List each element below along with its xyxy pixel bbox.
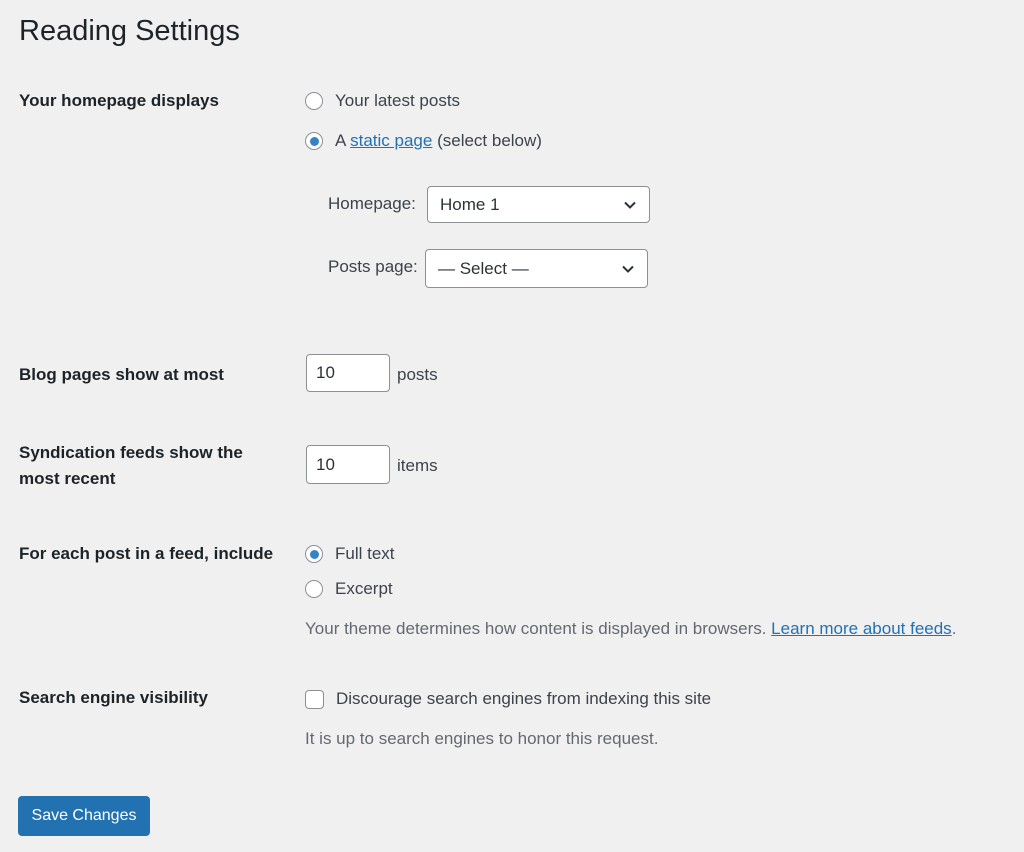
homepage-displays-label: Your homepage displays (19, 91, 219, 110)
discourage-search-checkbox[interactable]: Discourage search engines from indexing … (305, 687, 711, 711)
radio-unchecked-icon[interactable] (305, 92, 323, 110)
radio-static-page-prefix: A (335, 131, 351, 150)
save-changes-button[interactable]: Save Changes (18, 796, 150, 836)
radio-excerpt-label: Excerpt (335, 579, 393, 598)
radio-latest-posts[interactable]: Your latest posts (305, 89, 460, 113)
blog-pages-value: 10 (316, 363, 335, 382)
syndication-value: 10 (316, 454, 335, 474)
radio-unchecked-icon[interactable] (305, 580, 323, 598)
posts-page-select[interactable]: — Select — (425, 249, 648, 288)
radio-static-page-suffix: (select below) (432, 131, 542, 150)
blog-pages-input[interactable]: 10 (306, 354, 390, 392)
chevron-down-icon (622, 265, 634, 273)
syndication-label-line1: Syndication feeds show the (19, 443, 243, 462)
discourage-search-label: Discourage search engines from indexing … (336, 689, 712, 708)
homepage-select-value: Home 1 (440, 194, 500, 214)
homepage-select[interactable]: Home 1 (427, 186, 650, 223)
homepage-select-label: Homepage: (328, 194, 416, 213)
page-title: Reading Settings (19, 15, 240, 47)
radio-full-text[interactable]: Full text (305, 542, 395, 566)
search-visibility-label: Search engine visibility (19, 688, 208, 707)
static-page-link[interactable]: static page (350, 129, 432, 153)
checkbox-unchecked-icon[interactable] (305, 689, 324, 709)
blog-pages-unit: posts (397, 365, 438, 384)
feed-description-end: . (951, 619, 957, 638)
feed-include-label: For each post in a feed, include (19, 544, 274, 563)
posts-page-select-value: — Select — (438, 258, 529, 278)
learn-more-feeds-link[interactable]: Learn more about feeds (771, 619, 952, 638)
radio-checked-icon[interactable] (305, 132, 323, 150)
chevron-down-icon (624, 201, 636, 209)
syndication-input[interactable]: 10 (306, 445, 390, 484)
radio-excerpt[interactable]: Excerpt (305, 577, 393, 601)
blog-pages-label: Blog pages show at most (19, 365, 224, 384)
feed-description-text: Your theme determines how content is dis… (305, 619, 772, 638)
radio-static-page[interactable]: A static page (select below) (305, 129, 542, 153)
search-visibility-description: It is up to search engines to honor this… (305, 729, 659, 748)
radio-full-text-label: Full text (335, 544, 395, 563)
radio-latest-posts-label: Your latest posts (335, 91, 461, 110)
radio-checked-icon[interactable] (305, 545, 323, 563)
feed-description: Your theme determines how content is dis… (305, 617, 956, 641)
syndication-label-line2: most recent (19, 469, 116, 488)
posts-page-select-label: Posts page: (328, 257, 418, 276)
syndication-unit: items (397, 456, 438, 475)
